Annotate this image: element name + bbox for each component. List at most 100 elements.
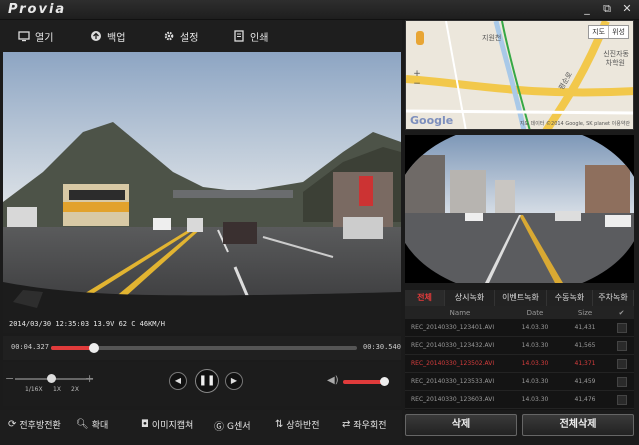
video-timestamp: 2014/03/30 12:35:03 13.9V 62 C 46KM/H <box>9 320 165 328</box>
tab-all[interactable]: 전체 <box>405 290 445 306</box>
main-toolbar: 열기 백업 설정 인쇄 <box>0 20 402 52</box>
front-rear-label: 전후방전환 <box>19 421 61 431</box>
table-row[interactable]: REC_20140330_123603.AVI 14.03.30 41,476 <box>405 391 634 409</box>
rear-camera-view[interactable] <box>405 135 634 283</box>
map-type-control: 지도 위성 <box>588 25 629 39</box>
pause-button[interactable]: ❚❚ <box>195 369 219 393</box>
row-size: 41,476 <box>574 396 596 403</box>
flip-horizontal-label: 좌우회전 <box>353 421 387 431</box>
header-date[interactable]: Date <box>509 309 561 317</box>
zoom-handle[interactable] <box>47 374 56 383</box>
zoom-label-2x: 2X <box>71 386 79 393</box>
zoom-out-icon[interactable]: − <box>5 372 14 385</box>
gear-icon <box>164 31 174 41</box>
seek-handle[interactable] <box>88 343 99 353</box>
file-list: Name Date Size ✔ REC_20140330_123401.AVI… <box>405 306 634 410</box>
zoom-slider[interactable] <box>15 374 93 383</box>
print-label: 인쇄 <box>250 32 269 44</box>
table-row[interactable]: REC_20140330_123432.AVI 14.03.30 41,565 <box>405 337 634 355</box>
zoom-in-icon[interactable]: + <box>85 372 94 385</box>
row-name: REC_20140330_123432.AVI <box>411 342 495 349</box>
app-logo: Provia <box>8 2 67 17</box>
map-zoom-control: + − <box>412 69 422 89</box>
seek-bar[interactable] <box>51 343 357 353</box>
row-name: REC_20140330_123502.AVI <box>411 360 495 367</box>
map-zoom-out-button[interactable]: − <box>412 79 422 89</box>
close-icon[interactable]: ✕ <box>619 2 635 16</box>
volume-handle[interactable] <box>380 377 389 386</box>
row-checkbox[interactable] <box>616 358 627 369</box>
video-player-view[interactable]: 2014/03/30 12:35:03 13.9V 62 C 46KM/H <box>3 52 401 333</box>
row-name: REC_20140330_123533.AVI <box>411 378 495 385</box>
zoom-label-min: 1/16X <box>25 386 43 393</box>
next-button[interactable]: ▶ <box>225 372 243 390</box>
maximize-icon[interactable]: ⧉ <box>599 2 615 16</box>
camera-icon: ◘ <box>141 419 149 430</box>
gsensor-icon: Ⓖ <box>214 422 224 433</box>
open-label: 열기 <box>35 32 54 44</box>
row-date: 14.03.30 <box>521 324 549 331</box>
capture-button[interactable]: ◘ 이미지캡쳐 <box>141 418 193 431</box>
file-actions: 삭제 전체삭제 <box>405 414 634 438</box>
capture-label: 이미지캡쳐 <box>151 421 194 431</box>
volume-icon[interactable]: ◀) <box>327 375 339 386</box>
map-type-satellite[interactable]: 위성 <box>608 26 628 38</box>
header-check[interactable]: ✔ <box>609 309 634 317</box>
enlarge-label: 확대 <box>91 421 109 431</box>
google-logo: Google <box>410 114 454 127</box>
flip-vertical-label: 상하반전 <box>286 421 320 431</box>
print-button[interactable]: 인쇄 <box>233 28 268 44</box>
tab-parking[interactable]: 주차녹화 <box>593 290 634 306</box>
map-zoom-in-button[interactable]: + <box>412 69 422 79</box>
table-row[interactable]: REC_20140330_123533.AVI 14.03.30 41,459 <box>405 373 634 391</box>
map-type-map[interactable]: 지도 <box>589 26 608 38</box>
monitor-icon <box>18 31 30 42</box>
row-name: REC_20140330_123603.AVI <box>411 396 495 403</box>
map-place-label-2: 차학원 <box>605 59 625 67</box>
tab-manual[interactable]: 수동녹화 <box>547 290 593 306</box>
front-rear-switch-button[interactable]: ⟳ 전후방전환 <box>8 418 61 431</box>
row-size: 41,371 <box>574 360 596 367</box>
flip-vertical-button[interactable]: ⇅ 상하반전 <box>275 418 320 431</box>
current-time: 00:04.327 <box>11 343 49 351</box>
row-date: 14.03.30 <box>521 360 549 367</box>
enlarge-button[interactable]: 🔍︎ 확대 <box>76 418 108 431</box>
table-row[interactable]: REC_20140330_123502.AVI 14.03.30 41,371 <box>405 355 634 373</box>
timeline: 00:04.327 00:30.540 <box>3 336 401 360</box>
row-checkbox[interactable] <box>616 340 627 351</box>
delete-all-button[interactable]: 전체삭제 <box>522 414 634 436</box>
row-checkbox[interactable] <box>616 394 627 405</box>
tab-event[interactable]: 이벤트녹화 <box>495 290 547 306</box>
gsensor-button[interactable]: Ⓖ G센서 <box>214 418 251 433</box>
recording-tabs: 전체 상시녹화 이벤트녹화 수동녹화 주차녹화 <box>405 290 634 306</box>
header-size[interactable]: Size <box>561 309 609 317</box>
row-checkbox[interactable] <box>616 376 627 387</box>
row-name: REC_20140330_123401.AVI <box>411 324 495 331</box>
settings-label: 설정 <box>180 32 199 44</box>
flip-horizontal-button[interactable]: ⇄ 좌우회전 <box>342 418 387 431</box>
backup-label: 백업 <box>107 32 126 44</box>
row-date: 14.03.30 <box>521 396 549 403</box>
previous-button[interactable]: ◀ <box>169 372 187 390</box>
window-controls: _ ⧉ ✕ <box>579 2 635 16</box>
volume-slider[interactable] <box>343 377 389 386</box>
header-name[interactable]: Name <box>405 309 509 317</box>
file-list-header: Name Date Size ✔ <box>405 306 634 319</box>
pegman-icon[interactable] <box>416 31 424 45</box>
delete-button[interactable]: 삭제 <box>405 414 517 436</box>
row-size: 41,459 <box>574 378 596 385</box>
gps-map[interactable]: + − 지도 위성 신진자동 차학원 지원천 평순로 Google 지도 데이터… <box>405 20 634 130</box>
file-list-rows: REC_20140330_123401.AVI 14.03.30 41,431 … <box>405 319 634 409</box>
minimize-icon[interactable]: _ <box>579 2 595 16</box>
tab-continuous[interactable]: 상시녹화 <box>445 290 495 306</box>
seek-progress <box>51 346 94 350</box>
refresh-icon: ⟳ <box>8 419 17 430</box>
row-checkbox[interactable] <box>616 322 627 333</box>
row-size: 41,565 <box>574 342 596 349</box>
open-button[interactable]: 열기 <box>18 28 53 44</box>
table-row[interactable]: REC_20140330_123401.AVI 14.03.30 41,431 <box>405 319 634 337</box>
backup-button[interactable]: 백업 <box>90 28 125 44</box>
settings-button[interactable]: 설정 <box>163 28 198 44</box>
print-icon <box>234 30 244 42</box>
title-bar: Provia _ ⧉ ✕ <box>0 0 639 20</box>
